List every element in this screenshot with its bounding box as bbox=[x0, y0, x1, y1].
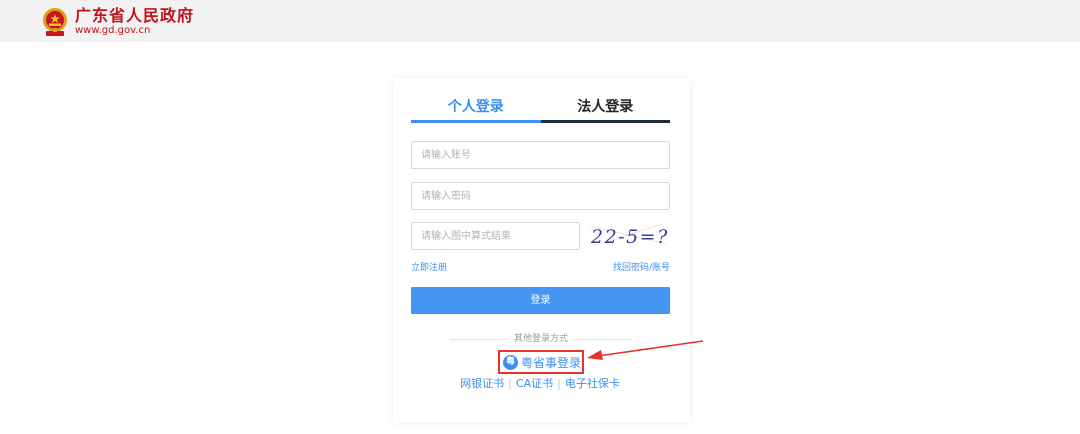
ca-certificate-link[interactable]: CA证书 bbox=[516, 377, 553, 390]
yueshengshi-icon: 粤 bbox=[503, 355, 518, 370]
captcha-input[interactable] bbox=[411, 222, 580, 250]
national-emblem-icon bbox=[43, 8, 67, 36]
annotation-arrow-icon bbox=[587, 340, 704, 360]
captcha-image[interactable]: 22-5=? bbox=[588, 218, 670, 252]
yueshengshi-login-label: 粤省事登录 bbox=[521, 356, 582, 370]
site-header: 广东省人民政府 www.gd.gov.cn bbox=[0, 0, 1080, 42]
site-url[interactable]: www.gd.gov.cn bbox=[75, 25, 150, 37]
forgot-password-link[interactable]: 找回密码/账号 bbox=[613, 262, 670, 274]
social-security-card-link[interactable]: 电子社保卡 bbox=[565, 377, 620, 390]
captcha-text: 22-5=? bbox=[590, 226, 669, 248]
site-name[interactable]: 广东省人民政府 bbox=[75, 6, 194, 26]
bank-certificate-link[interactable]: 网银证书 bbox=[460, 377, 504, 390]
account-input[interactable] bbox=[411, 141, 670, 169]
tab-legal-person-login[interactable]: 法人登录 bbox=[540, 96, 670, 123]
login-tabs: 个人登录 法人登录 bbox=[411, 96, 670, 123]
divider-left bbox=[450, 339, 508, 340]
alternative-login-links: 网银证书 | CA证书 | 电子社保卡 bbox=[460, 377, 620, 390]
register-link[interactable]: 立即注册 bbox=[411, 262, 447, 274]
other-login-methods-label: 其他登录方式 bbox=[513, 334, 568, 344]
yueshengshi-login-button[interactable]: 粤 粤省事登录 bbox=[503, 354, 581, 372]
login-button[interactable]: 登录 bbox=[411, 287, 670, 314]
tab-personal-login[interactable]: 个人登录 bbox=[411, 96, 541, 123]
password-input[interactable] bbox=[411, 182, 670, 210]
